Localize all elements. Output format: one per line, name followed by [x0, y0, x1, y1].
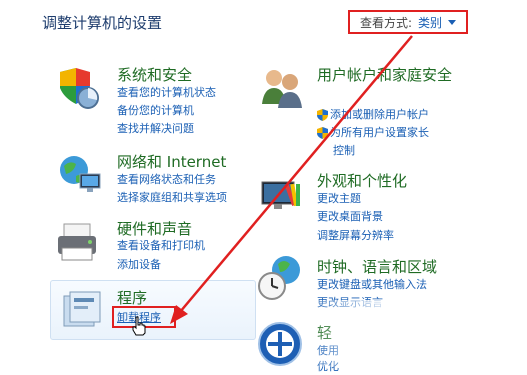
annotation-arrow — [170, 35, 413, 324]
